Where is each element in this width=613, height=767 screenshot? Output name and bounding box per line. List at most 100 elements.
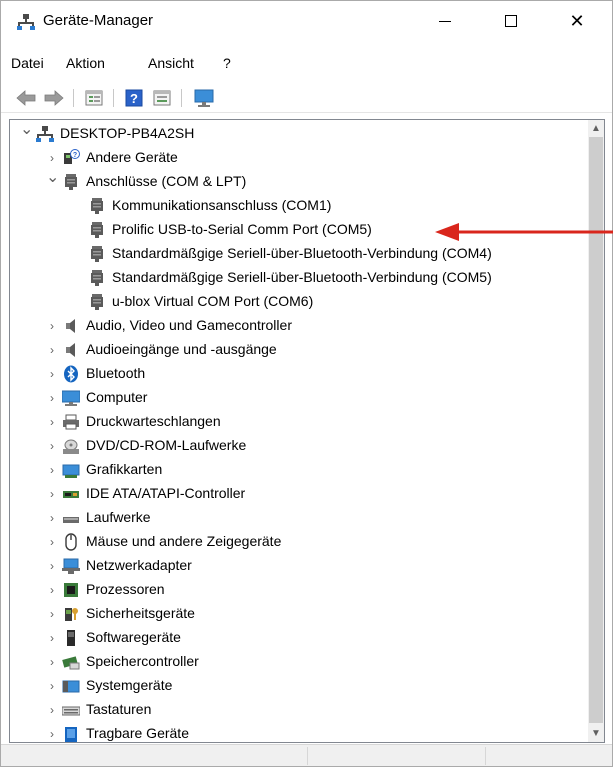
menu-ansicht[interactable]: Ansicht xyxy=(148,55,194,71)
tree-item-anschlusse-com-lpt[interactable]: ⌄ Anschlüsse (COM & LPT) xyxy=(10,170,588,194)
tree-item-netzwerkadapter[interactable]: › Netzwerkadapter xyxy=(10,554,588,578)
status-pane xyxy=(485,747,486,765)
expand-chevron-icon[interactable]: › xyxy=(46,582,58,598)
tree-item-label: DVD/CD-ROM-Laufwerke xyxy=(86,437,247,453)
expand-chevron-icon[interactable]: › xyxy=(46,726,58,742)
tree-item-label: Softwaregeräte xyxy=(86,629,181,645)
tree-item-sicherheitsgerate[interactable]: › Sicherheitsgeräte xyxy=(10,602,588,626)
tree-item-label: Audio, Video und Gamecontroller xyxy=(86,317,292,333)
tree-item-dvd-cd-rom-laufwerke[interactable]: › DVD/CD-ROM-Laufwerke xyxy=(10,434,588,458)
collapse-chevron-icon[interactable]: ⌄ xyxy=(20,122,33,138)
close-icon: ✕ xyxy=(569,11,585,31)
tree-item-computer[interactable]: › Computer xyxy=(10,386,588,410)
expand-chevron-icon[interactable]: › xyxy=(46,510,58,526)
monitor-icon[interactable] xyxy=(193,87,215,109)
tree-item-u-blox-virtual-com-port-com6[interactable]: u-blox Virtual COM Port (COM6) xyxy=(10,290,588,314)
tree-item-label: Bluetooth xyxy=(86,365,146,381)
expand-chevron-icon[interactable]: › xyxy=(46,630,58,646)
menu-help[interactable]: ? xyxy=(223,55,231,71)
tree-item-softwaregerate[interactable]: › Softwaregeräte xyxy=(10,626,588,650)
expand-chevron-icon[interactable]: › xyxy=(46,654,58,670)
tree-item-label: Audioeingänge und -ausgänge xyxy=(86,341,277,357)
tree-item-label: Standardmäßgige Seriell-über-Bluetooth-V… xyxy=(112,269,492,285)
tree-item-bluetooth[interactable]: › Bluetooth xyxy=(10,362,588,386)
title-bar[interactable]: Geräte-Manager ✕ xyxy=(1,1,612,41)
expand-chevron-icon[interactable]: › xyxy=(46,462,58,478)
tree-item-andere-gerate[interactable]: ›? Andere Geräte xyxy=(10,146,588,170)
status-bar xyxy=(1,744,612,766)
expand-chevron-icon[interactable]: › xyxy=(46,150,58,166)
expand-chevron-icon[interactable]: › xyxy=(46,414,58,430)
expand-chevron-icon[interactable]: › xyxy=(46,438,58,454)
tree-item-standardma-gige-seriell-uber-bluetooth-verbindung-com5[interactable]: Standardmäßgige Seriell-über-Bluetooth-V… xyxy=(10,266,588,290)
speaker-icon xyxy=(66,319,75,333)
port-icon xyxy=(91,246,103,262)
tree-root-computer[interactable]: ⌄ DESKTOP-PB4A2SH xyxy=(10,122,588,146)
window-title: Geräte-Manager xyxy=(43,12,154,29)
tree-item-ide-ata-atapi-controller[interactable]: › IDE ATA/ATAPI-Controller xyxy=(10,482,588,506)
software-device-icon xyxy=(67,630,75,646)
toolbar-separator xyxy=(181,89,182,107)
tree-item-grafikkarten[interactable]: › Grafikkarten xyxy=(10,458,588,482)
back-arrow-icon[interactable] xyxy=(15,87,37,109)
expand-chevron-icon[interactable]: › xyxy=(46,390,58,406)
port-icon xyxy=(91,294,103,310)
vertical-scrollbar[interactable]: ▲ ▼ xyxy=(588,120,604,742)
expand-chevron-icon[interactable]: › xyxy=(46,558,58,574)
help-icon[interactable]: ? xyxy=(123,87,145,109)
expand-chevron-icon[interactable]: › xyxy=(46,678,58,694)
expand-chevron-icon[interactable]: › xyxy=(46,486,58,502)
device-tree[interactable]: ⌄ DESKTOP-PB4A2SH ›? Andere Geräte ⌄ Anschlüs… xyxy=(10,120,588,742)
close-button[interactable]: ✕ xyxy=(554,1,600,41)
tree-item-speichercontroller[interactable]: › Speichercontroller xyxy=(10,650,588,674)
tree-item-laufwerke[interactable]: › Laufwerke xyxy=(10,506,588,530)
expand-chevron-icon[interactable]: › xyxy=(46,342,58,358)
portable-device-icon xyxy=(65,727,77,742)
minimize-button[interactable] xyxy=(422,1,468,41)
properties-icon[interactable] xyxy=(83,87,105,109)
tree-item-label: Tastaturen xyxy=(86,701,152,717)
expand-chevron-icon[interactable]: › xyxy=(46,606,58,622)
device-manager-icon xyxy=(17,14,35,30)
scroll-down-icon[interactable]: ▼ xyxy=(588,725,604,742)
scroll-up-icon[interactable]: ▲ xyxy=(588,120,604,137)
expand-chevron-icon[interactable]: › xyxy=(46,318,58,334)
speaker-icon xyxy=(66,343,75,357)
processor-icon xyxy=(64,583,78,597)
annotation-arrow xyxy=(435,223,613,241)
expand-chevron-icon[interactable]: › xyxy=(46,702,58,718)
tree-item-tragbare-gerate[interactable]: › Tragbare Geräte xyxy=(10,722,588,742)
maximize-button[interactable] xyxy=(488,1,534,41)
svg-text:?: ? xyxy=(130,91,138,106)
tree-item-audioeingange-und-ausgange[interactable]: › Audioeingänge und -ausgänge xyxy=(10,338,588,362)
view-icon[interactable] xyxy=(151,87,173,109)
menu-datei[interactable]: Datei xyxy=(11,55,44,71)
tree-item-systemgerate[interactable]: › Systemgeräte xyxy=(10,674,588,698)
system-device-icon xyxy=(62,680,80,693)
computer-tree-icon xyxy=(36,126,54,142)
collapse-chevron-icon[interactable]: ⌄ xyxy=(46,170,59,186)
security-device-icon xyxy=(65,608,78,621)
unknown-device-icon: ? xyxy=(64,149,80,164)
port-icon xyxy=(91,270,103,286)
keyboard-icon xyxy=(62,706,80,716)
tree-item-tastaturen[interactable]: › Tastaturen xyxy=(10,698,588,722)
ide-controller-icon xyxy=(63,491,79,498)
tree-item-mause-und-andere-zeigegerate[interactable]: › Mäuse und andere Zeigegeräte xyxy=(10,530,588,554)
tree-item-label: Grafikkarten xyxy=(86,461,163,477)
expand-chevron-icon[interactable]: › xyxy=(46,366,58,382)
tree-item-standardma-gige-seriell-uber-bluetooth-verbindung-com4[interactable]: Standardmäßgige Seriell-über-Bluetooth-V… xyxy=(10,242,588,266)
toolbar-separator xyxy=(113,89,114,107)
tree-item-label: Computer xyxy=(86,389,148,405)
tree-item-label: Standardmäßgige Seriell-über-Bluetooth-V… xyxy=(112,245,492,261)
tree-item-kommunikationsanschluss-com1[interactable]: Kommunikationsanschluss (COM1) xyxy=(10,194,588,218)
expand-chevron-icon[interactable]: › xyxy=(46,534,58,550)
tree-item-audio-video-und-gamecontroller[interactable]: › Audio, Video und Gamecontroller xyxy=(10,314,588,338)
menu-aktion[interactable]: Aktion xyxy=(66,55,105,71)
tree-item-label: Speichercontroller xyxy=(86,653,199,669)
forward-arrow-icon[interactable] xyxy=(43,87,65,109)
port-icon xyxy=(91,222,103,238)
tree-item-druckwarteschlangen[interactable]: › Druckwarteschlangen xyxy=(10,410,588,434)
toolbar-separator xyxy=(73,89,74,107)
tree-item-prozessoren[interactable]: › Prozessoren xyxy=(10,578,588,602)
